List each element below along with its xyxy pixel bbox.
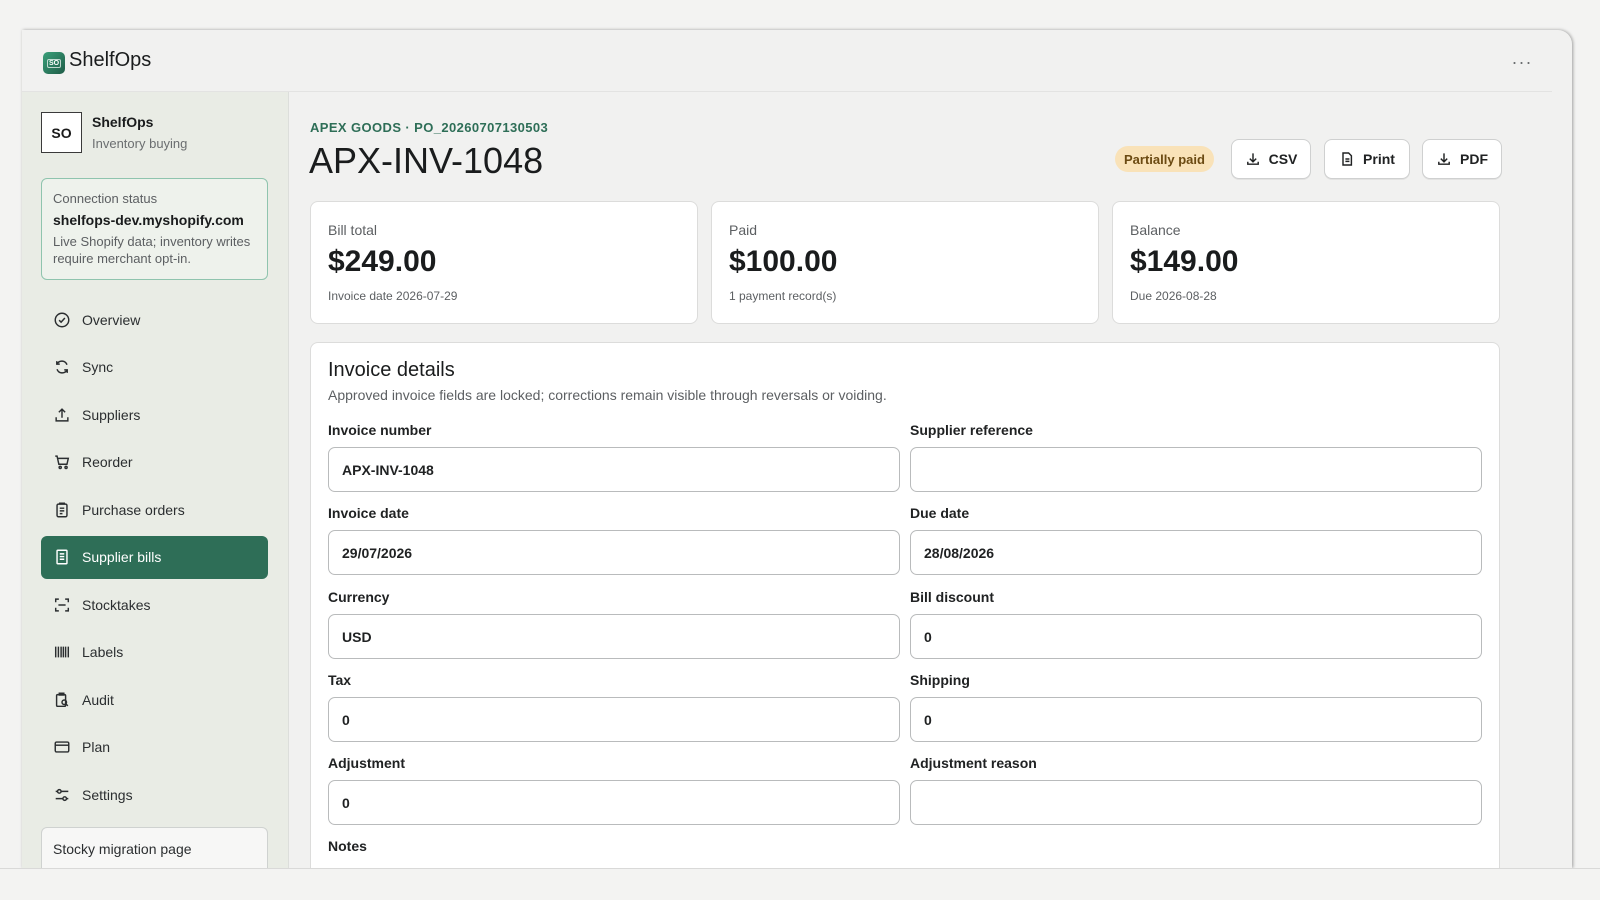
bill-discount-field[interactable] [910, 614, 1482, 659]
document-icon [1342, 152, 1353, 166]
csv-button-label: CSV [1268, 151, 1298, 167]
sidebar-item-reorder[interactable]: Reorder [41, 441, 268, 484]
due-date-label: Due date [910, 505, 970, 521]
adjustment-reason-label: Adjustment reason [910, 755, 1037, 771]
sidebar-item-label: Reorder [82, 454, 133, 470]
download-icon [1246, 153, 1259, 165]
bill-total-card: Bill total $249.00 Invoice date 2026-07-… [310, 201, 698, 324]
stat-value: $100.00 [729, 245, 838, 278]
app-window: SO ShelfOps ··· SO ShelfOps Inventory bu… [22, 30, 1572, 868]
paid-card: Paid $100.00 1 payment record(s) [711, 201, 1099, 324]
app-logo-text: SO [46, 58, 62, 68]
sidebar-nav: Overview Sync Suppliers Reorder Purchase… [41, 298, 268, 821]
sidebar-item-label: Suppliers [82, 406, 141, 423]
connection-domain: shelfops-dev.myshopify.com [53, 212, 244, 228]
app-title: ShelfOps [69, 49, 152, 71]
download-icon [1438, 153, 1450, 165]
print-button[interactable]: Print [1324, 139, 1410, 179]
print-button-label: Print [1363, 151, 1395, 167]
page-title: APX-INV-1048 [309, 140, 544, 181]
sidebar-item-sync[interactable]: Sync [41, 346, 268, 389]
cart-icon [55, 455, 70, 470]
notes-label: Notes [328, 838, 367, 854]
invoice-date-field[interactable] [328, 530, 900, 575]
section-title: Invoice details [328, 359, 455, 381]
audit-icon [55, 692, 69, 707]
breadcrumb: APEX GOODS · PO_20260707130503 [310, 120, 549, 135]
stat-value: $249.00 [328, 245, 437, 278]
stat-label: Paid [729, 222, 758, 238]
sidebar: SO ShelfOps Inventory buying Connection … [22, 92, 289, 868]
csv-button[interactable]: CSV [1231, 139, 1311, 179]
section-description: Approved invoice fields are locked; corr… [328, 387, 887, 403]
bottom-strip [0, 868, 1600, 900]
upload-icon [55, 407, 69, 422]
refresh-icon [56, 360, 68, 374]
invoice-number-label: Invoice number [328, 422, 432, 438]
connection-note: Live Shopify data; inventory writes requ… [53, 234, 251, 266]
adjustment-reason-field[interactable] [910, 780, 1482, 825]
sidebar-item-label: Supplier bills [82, 549, 162, 565]
stat-label: Balance [1130, 222, 1181, 238]
sidebar-item-settings[interactable]: Settings [41, 773, 268, 816]
sidebar-item-label: Overview [82, 311, 141, 328]
sidebar-item-labels[interactable]: Labels [41, 631, 268, 674]
check-circle-icon [54, 312, 70, 327]
sidebar-item-supplier-bills[interactable]: Supplier bills [41, 535, 268, 579]
sidebar-item-label: Purchase orders [82, 501, 185, 518]
top-bar: SO ShelfOps ··· [22, 30, 1552, 92]
sidebar-item-label: Labels [82, 644, 124, 660]
supplier-reference-field[interactable] [910, 447, 1482, 492]
due-date-field[interactable] [910, 530, 1482, 575]
tax-field[interactable] [328, 697, 900, 742]
sidebar-item-purchase-orders[interactable]: Purchase orders [41, 488, 268, 531]
invoice-details-card: Invoice details Approved invoice fields … [310, 342, 1500, 868]
credit-card-icon [54, 741, 70, 753]
stat-label: Bill total [328, 222, 378, 238]
status-badge: Partially paid [1115, 146, 1214, 172]
shop-name: ShelfOps [92, 114, 154, 130]
clipboard-icon [56, 502, 68, 517]
scan-icon [54, 597, 70, 612]
sidebar-item-label: Plan [82, 739, 111, 755]
barcode-icon [54, 646, 70, 658]
currency-field[interactable] [328, 614, 900, 659]
sidebar-item-overview[interactable]: Overview [41, 298, 268, 341]
stocky-migration-link[interactable]: Stocky migration page [41, 827, 268, 868]
receipt-icon [56, 549, 68, 565]
adjustment-field[interactable] [328, 780, 900, 825]
sidebar-item-stocktakes[interactable]: Stocktakes [41, 583, 268, 626]
sidebar-item-label: Audit [82, 691, 114, 708]
balance-card: Balance $149.00 Due 2026-08-28 [1112, 201, 1500, 324]
sidebar-item-label: Settings [82, 786, 133, 803]
connection-status-card: Connection status shelfops-dev.myshopify… [41, 178, 268, 280]
sidebar-item-suppliers[interactable]: Suppliers [41, 393, 268, 436]
stat-subtext: Invoice date 2026-07-29 [328, 289, 458, 303]
tax-label: Tax [328, 672, 352, 688]
currency-label: Currency [328, 589, 390, 605]
sidebar-item-label: Stocktakes [82, 596, 151, 613]
invoice-number-field[interactable] [328, 447, 900, 492]
invoice-date-label: Invoice date [328, 505, 409, 521]
adjustment-label: Adjustment [328, 755, 405, 771]
sidebar-item-plan[interactable]: Plan [41, 726, 268, 769]
pdf-button[interactable]: PDF [1422, 139, 1502, 179]
supplier-reference-label: Supplier reference [910, 422, 1033, 438]
shop-subtitle: Inventory buying [92, 136, 188, 151]
sidebar-item-label: Sync [82, 359, 114, 375]
more-actions-button[interactable]: ··· [1506, 50, 1538, 74]
pdf-button-label: PDF [1460, 151, 1488, 167]
shop-avatar: SO [41, 112, 82, 153]
stat-value: $149.00 [1130, 245, 1239, 278]
connection-status-label: Connection status [53, 191, 158, 206]
stat-subtext: Due 2026-08-28 [1130, 289, 1217, 303]
bill-discount-label: Bill discount [910, 589, 994, 605]
sidebar-item-audit[interactable]: Audit [41, 678, 268, 721]
app-logo-icon: SO [43, 52, 65, 74]
main-content: APEX GOODS · PO_20260707130503 APX-INV-1… [289, 92, 1552, 868]
stat-subtext: 1 payment record(s) [729, 289, 837, 303]
shipping-field[interactable] [910, 697, 1482, 742]
sliders-icon [55, 788, 69, 801]
shipping-label: Shipping [910, 672, 970, 688]
